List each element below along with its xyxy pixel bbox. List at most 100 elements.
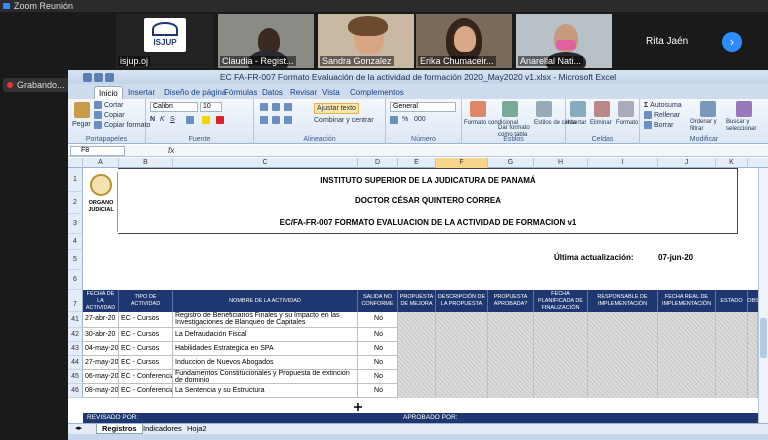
table-cell-date[interactable]: 04-may-20 <box>83 342 119 356</box>
font-color-icon[interactable] <box>216 116 224 124</box>
row-header[interactable]: 44 <box>68 356 83 370</box>
column-header[interactable]: H <box>534 158 588 168</box>
sheet-tab-indicadores[interactable]: Indicadores <box>138 424 187 434</box>
table-cell-empty[interactable] <box>436 312 488 328</box>
wrap-text-button[interactable]: Ajustar texto <box>314 103 359 114</box>
table-cell-type[interactable]: EC - Cursos <box>119 328 173 342</box>
table-cell-empty[interactable] <box>716 356 748 370</box>
align-left-icon[interactable] <box>260 116 268 124</box>
table-cell-empty[interactable] <box>748 370 758 384</box>
save-icon[interactable] <box>82 73 92 82</box>
row-header[interactable]: 6 <box>68 270 83 290</box>
next-page-arrow-icon[interactable]: › <box>722 32 742 52</box>
fx-icon[interactable]: fx <box>168 146 174 155</box>
sheet-tab-registros[interactable]: Registros <box>96 424 143 434</box>
table-cell-empty[interactable] <box>398 342 436 356</box>
table-cell-empty[interactable] <box>436 370 488 384</box>
tab-formulas[interactable]: Fórmulas <box>220 86 261 99</box>
table-cell-empty[interactable] <box>748 384 758 398</box>
table-cell-empty[interactable] <box>658 342 716 356</box>
table-cell-empty[interactable] <box>488 370 534 384</box>
conditional-format-icon[interactable] <box>470 101 486 117</box>
column-header[interactable]: K <box>716 158 748 168</box>
table-cell-empty[interactable] <box>588 356 658 370</box>
table-cell-empty[interactable] <box>534 384 588 398</box>
table-cell-empty[interactable] <box>398 370 436 384</box>
table-cell-date[interactable]: 06-may-20 <box>83 370 119 384</box>
row-header[interactable]: 43 <box>68 342 83 356</box>
scrollbar-thumb[interactable] <box>760 318 767 358</box>
table-cell-nc[interactable]: No <box>358 328 398 342</box>
column-header[interactable]: B <box>119 158 173 168</box>
insert-cells-icon[interactable] <box>570 101 586 117</box>
align-center-icon[interactable] <box>272 116 280 124</box>
select-all-corner[interactable] <box>68 158 83 168</box>
table-cell-empty[interactable] <box>748 328 758 342</box>
table-cell-date[interactable]: 08-may-20 <box>83 384 119 398</box>
table-cell-nc[interactable]: No <box>358 356 398 370</box>
table-cell-empty[interactable] <box>488 328 534 342</box>
table-cell-empty[interactable] <box>398 328 436 342</box>
table-cell-empty[interactable] <box>436 328 488 342</box>
table-cell-type[interactable]: EC - Conferencias <box>119 370 173 384</box>
table-cell-nc[interactable]: No <box>358 312 398 328</box>
format-painter-button[interactable]: Copiar formato <box>94 121 150 130</box>
table-cell-empty[interactable] <box>588 342 658 356</box>
font-name-select[interactable]: Calibri <box>150 102 198 112</box>
table-cell-empty[interactable] <box>748 356 758 370</box>
redo-icon[interactable] <box>104 73 114 82</box>
table-cell-date[interactable]: 30-abr-20 <box>83 328 119 342</box>
table-cell-nc[interactable]: No <box>358 370 398 384</box>
table-cell-empty[interactable] <box>488 342 534 356</box>
name-box[interactable]: F8 <box>70 146 125 156</box>
copy-button[interactable]: Copiar <box>94 111 125 120</box>
participant-tile-sandra[interactable]: Sandra Gonzalez <box>318 14 414 68</box>
table-cell-name[interactable]: Registro de Beneficiarios Finales y su I… <box>173 312 358 328</box>
paste-button[interactable]: Pegar <box>72 120 91 129</box>
table-cell-empty[interactable] <box>534 328 588 342</box>
table-cell-empty[interactable] <box>488 384 534 398</box>
column-header[interactable]: C <box>173 158 358 168</box>
tab-inicio[interactable]: Inicio <box>94 86 123 99</box>
table-cell-name[interactable]: La Defraudación Fiscal <box>173 328 358 342</box>
currency-icon[interactable] <box>390 116 398 124</box>
cut-button[interactable]: Cortar <box>94 101 123 110</box>
find-select-icon[interactable] <box>736 101 752 117</box>
align-bottom-icon[interactable] <box>284 103 292 111</box>
row-header[interactable]: 4 <box>68 234 83 250</box>
table-cell-empty[interactable] <box>716 384 748 398</box>
table-format-icon[interactable] <box>502 101 518 117</box>
table-cell-name[interactable]: Habilidades Estrategica en SPA <box>173 342 358 356</box>
align-middle-icon[interactable] <box>272 103 280 111</box>
table-cell-empty[interactable] <box>716 370 748 384</box>
table-cell-name[interactable]: La Sentencia y su Estructura <box>173 384 358 398</box>
table-cell-empty[interactable] <box>436 342 488 356</box>
recording-indicator[interactable]: Grabando... <box>3 78 69 92</box>
format-button[interactable]: Formato <box>616 119 638 128</box>
table-cell-empty[interactable] <box>588 312 658 328</box>
number-format-select[interactable]: General <box>390 102 456 112</box>
table-cell-empty[interactable] <box>488 356 534 370</box>
column-header[interactable]: I <box>588 158 658 168</box>
table-cell-empty[interactable] <box>588 384 658 398</box>
table-cell-empty[interactable] <box>534 370 588 384</box>
clear-button[interactable]: Borrar <box>644 121 673 130</box>
table-cell-type[interactable]: EC - Conferencias <box>119 384 173 398</box>
table-cell-empty[interactable] <box>658 370 716 384</box>
table-cell-nc[interactable]: No <box>358 342 398 356</box>
table-cell-name[interactable]: Induccion de Nuevos Abogados <box>173 356 358 370</box>
table-cell-empty[interactable] <box>534 356 588 370</box>
fill-color-icon[interactable] <box>202 116 210 124</box>
sort-filter-button[interactable]: Ordenar y filtrar <box>690 119 726 133</box>
table-cell-empty[interactable] <box>716 342 748 356</box>
participant-tile-rita[interactable]: Rita Jaén <box>616 14 726 68</box>
paste-icon[interactable] <box>74 102 90 118</box>
table-cell-empty[interactable] <box>398 384 436 398</box>
column-header-selected[interactable]: F <box>436 158 488 168</box>
italic-button[interactable]: K <box>160 115 165 124</box>
table-cell-name[interactable]: Fundamentos Constitucionales y Propuesta… <box>173 370 358 384</box>
thousands-button[interactable]: 000 <box>414 115 426 124</box>
table-cell-empty[interactable] <box>488 312 534 328</box>
bold-button[interactable]: N <box>150 115 155 124</box>
format-cells-icon[interactable] <box>618 101 634 117</box>
